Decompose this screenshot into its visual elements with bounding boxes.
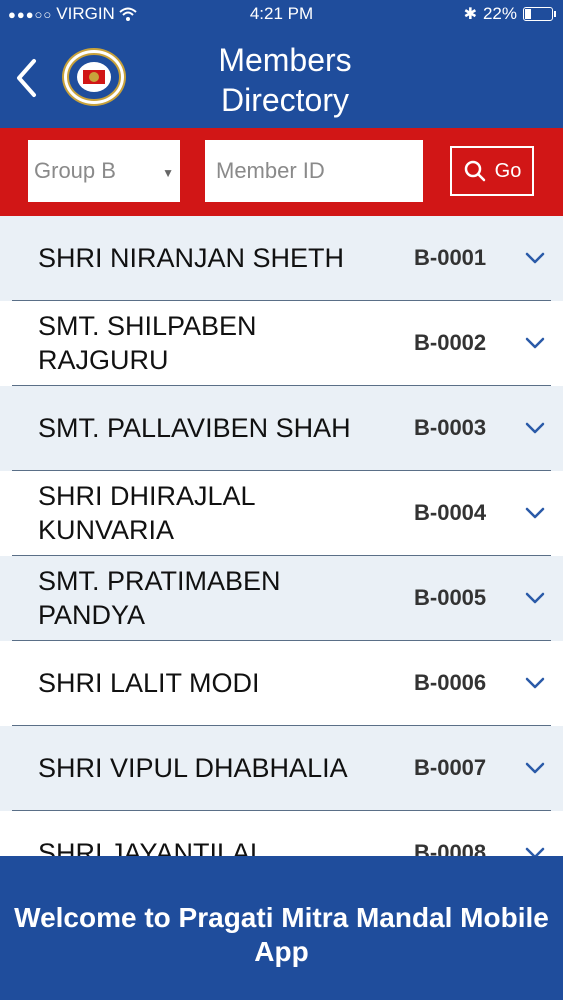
member-name: SMT. SHILPABEN RAJGURU bbox=[38, 311, 257, 375]
member-row[interactable]: SMT. PALLAVIBEN SHAH B-0003 bbox=[0, 386, 563, 471]
member-id: B-0002 bbox=[414, 330, 487, 355]
back-button[interactable] bbox=[10, 56, 42, 100]
member-name: SHRI LALIT MODI bbox=[38, 668, 260, 698]
battery-icon bbox=[523, 7, 556, 21]
chevron-down-icon[interactable] bbox=[524, 759, 546, 777]
member-id-input[interactable] bbox=[205, 140, 423, 202]
welcome-text: Welcome to Pragati Mitra Mandal Mobile A… bbox=[14, 902, 549, 967]
footer-banner: Welcome to Pragati Mitra Mandal Mobile A… bbox=[0, 856, 563, 1000]
member-id: B-0007 bbox=[414, 755, 487, 780]
member-name: SHRI NIRANJAN SHETH bbox=[38, 243, 345, 273]
search-icon bbox=[464, 160, 485, 182]
member-id: B-0003 bbox=[414, 415, 487, 440]
member-id: B-0005 bbox=[414, 585, 487, 610]
go-button[interactable]: Go bbox=[450, 146, 534, 196]
bluetooth-icon: ✱ bbox=[463, 6, 477, 23]
member-name: SHRI JAYANTILAL bbox=[38, 838, 266, 856]
chevron-down-icon[interactable] bbox=[524, 674, 546, 692]
member-row[interactable]: SHRI LALIT MODI B-0006 bbox=[0, 641, 563, 726]
emblem-icon bbox=[67, 53, 121, 101]
page-title: Members Directory bbox=[170, 40, 400, 120]
member-name: SHRI DHIRAJLAL KUNVARIA bbox=[38, 481, 255, 545]
member-row[interactable]: SHRI DHIRAJLAL KUNVARIA B-0004 bbox=[0, 471, 563, 556]
group-select[interactable]: Group B ▼ bbox=[28, 140, 180, 202]
member-name: SMT. PRATIMABEN PANDYA bbox=[38, 566, 281, 630]
chevron-down-icon[interactable] bbox=[524, 334, 546, 352]
chevron-down-icon[interactable] bbox=[524, 504, 546, 522]
member-name: SMT. PALLAVIBEN SHAH bbox=[38, 413, 351, 443]
member-list: SHRI NIRANJAN SHETH B-0001 SMT. SHILPABEN … bbox=[0, 216, 563, 856]
page-title-line2: Directory bbox=[220, 82, 349, 118]
member-id: B-0006 bbox=[414, 670, 487, 695]
search-bar: Group B ▼ Go bbox=[0, 128, 563, 216]
go-label: Go bbox=[494, 159, 522, 182]
chevron-down-icon[interactable] bbox=[524, 249, 546, 267]
chevron-left-icon bbox=[17, 59, 36, 97]
status-bar: ●●●○○ VIRGIN 4:21 PM ✱ 22% bbox=[0, 0, 563, 28]
page-title-line1: Members bbox=[218, 42, 352, 78]
chevron-down-icon[interactable] bbox=[524, 419, 546, 437]
battery-fill bbox=[525, 9, 531, 19]
chevron-down-icon[interactable] bbox=[524, 844, 546, 856]
logo bbox=[62, 48, 126, 106]
status-right: ✱ 22% bbox=[463, 4, 556, 24]
member-row[interactable]: SHRI JAYANTILAL B-0008 bbox=[0, 811, 563, 856]
top-header: ●●●○○ VIRGIN 4:21 PM ✱ 22% Members Direc… bbox=[0, 0, 563, 128]
member-id: B-0004 bbox=[414, 500, 487, 525]
member-name: SHRI VIPUL DHABHALIA bbox=[38, 753, 348, 783]
member-row[interactable]: SHRI VIPUL DHABHALIA B-0007 bbox=[0, 726, 563, 811]
caret-down-icon: ▼ bbox=[162, 166, 174, 180]
member-id: B-0008 bbox=[414, 840, 487, 856]
member-row[interactable]: SHRI NIRANJAN SHETH B-0001 bbox=[0, 216, 563, 301]
member-row[interactable]: SMT. PRATIMABEN PANDYA B-0005 bbox=[0, 556, 563, 641]
member-id: B-0001 bbox=[414, 245, 487, 270]
chevron-down-icon[interactable] bbox=[524, 589, 546, 607]
battery-percent: 22% bbox=[482, 4, 517, 23]
group-select-value: Group B bbox=[34, 158, 116, 183]
member-row[interactable]: SMT. SHILPABEN RAJGURU B-0002 bbox=[0, 301, 563, 386]
